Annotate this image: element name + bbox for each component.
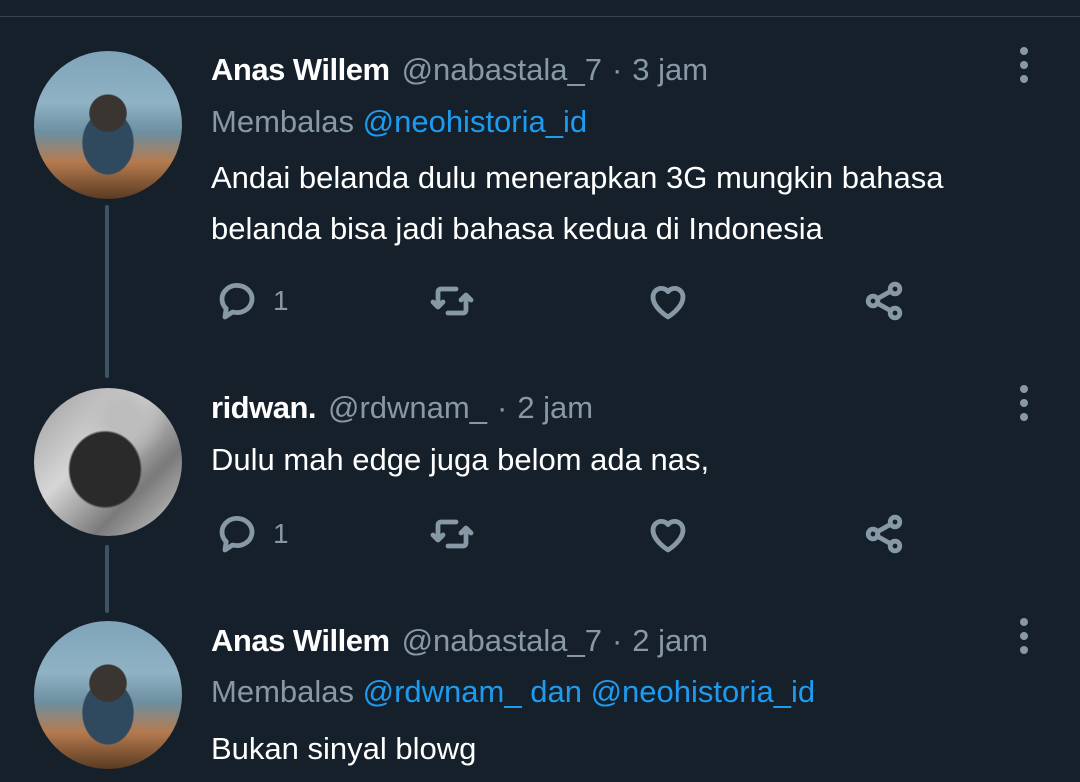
retweet-button[interactable] [428,277,476,325]
reply-button[interactable]: 1 [213,510,289,558]
like-icon [650,286,686,320]
reply-count: 1 [273,285,289,316]
separator-dot: · [611,52,623,87]
tweet-text-line: belanda bisa jadi bahasa kedua di Indone… [211,211,823,246]
timestamp[interactable]: 3 jam [632,52,708,88]
tweet[interactable]: Anas Willem @nabastala_7 · 3 jam Membala… [0,0,1080,380]
tweet-header: Anas Willem @nabastala_7 · 3 jam [211,50,708,90]
tweet-header: Anas Willem @nabastala_7 · 2 jam [211,621,708,661]
retweet-icon [430,286,474,316]
more-icon[interactable] [1012,616,1036,656]
separator-dot: · [496,390,508,425]
mention-link[interactable]: @rdwnam_ [363,674,522,709]
more-icon[interactable] [1012,45,1036,85]
separator-dot: · [611,623,623,658]
tweet-text: Dulu mah edge juga belom ada nas, [211,434,1051,485]
share-button[interactable] [860,277,908,325]
display-name[interactable]: Anas Willem [211,623,390,659]
user-handle[interactable]: @nabastala_7 [402,52,602,88]
user-handle[interactable]: @nabastala_7 [402,623,602,659]
tweet-text: Bukan sinyal blowg [211,723,1051,774]
more-icon[interactable] [1012,383,1036,423]
tweet[interactable]: Anas Willem @nabastala_7 · 2 jam Membala… [0,610,1080,782]
like-icon [650,519,686,553]
mention-link[interactable]: @neohistoria_id [591,674,816,709]
share-icon [865,514,903,554]
mention-link[interactable]: @neohistoria_id [363,104,588,139]
share-icon [865,281,903,321]
tweet-text-line: Bukan sinyal blowg [211,731,477,766]
reply-count: 1 [273,518,289,549]
replying-to-label: Membalas [211,674,354,709]
like-button[interactable] [644,277,692,325]
retweet-button[interactable] [428,510,476,558]
tweet-text-line: Dulu mah edge juga belom ada nas, [211,442,710,477]
reply-icon [219,283,255,320]
tweet-text: Andai belanda dulu menerapkan 3G mungkin… [211,152,1051,254]
display-name[interactable]: ridwan. [211,390,317,426]
tweet-text-line: Andai belanda dulu menerapkan 3G mungkin… [211,160,944,195]
reply-button[interactable]: 1 [213,277,289,325]
replying-to: Membalas @rdwnam_ dan @neohistoria_id [211,674,815,710]
avatar[interactable] [34,621,182,769]
share-button[interactable] [860,510,908,558]
reply-icon [219,516,255,553]
replying-to: Membalas @neohistoria_id [211,104,587,140]
like-button[interactable] [644,510,692,558]
timestamp[interactable]: 2 jam [517,390,593,426]
display-name[interactable]: Anas Willem [211,52,390,88]
avatar[interactable] [34,51,182,199]
retweet-icon [430,519,474,549]
tweet[interactable]: ridwan. @rdwnam_ · 2 jam Dulu mah edge j… [0,380,1080,610]
tweet-header: ridwan. @rdwnam_ · 2 jam [211,388,593,428]
avatar[interactable] [34,388,182,536]
replying-to-label: Membalas [211,104,354,139]
user-handle[interactable]: @rdwnam_ [328,390,487,426]
timestamp[interactable]: 2 jam [632,623,708,659]
mention-conjunction: dan [530,674,582,709]
